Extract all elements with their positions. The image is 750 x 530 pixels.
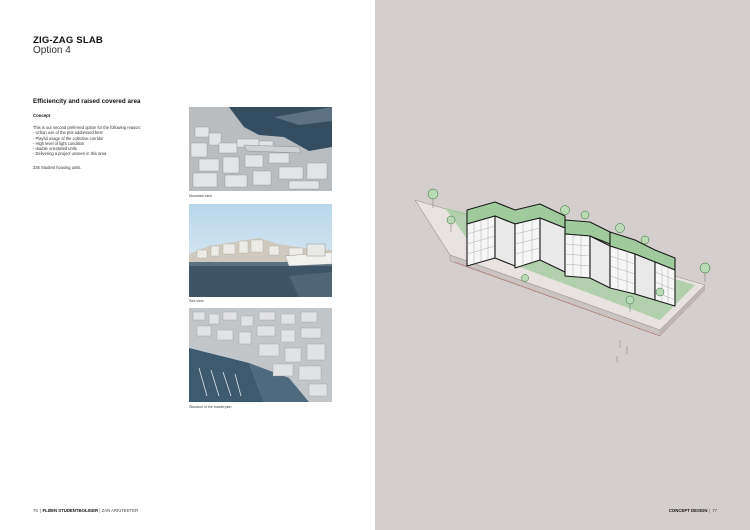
masterplan-image bbox=[189, 308, 332, 402]
masterplan-caption: Situtaion in the masterplan bbox=[189, 405, 232, 409]
footer-right: CONCEPT DESIGN | 77 bbox=[668, 508, 717, 513]
page-number-left: 76 bbox=[33, 508, 38, 513]
concept-label: Concept bbox=[33, 113, 51, 118]
concept-text: This is our second preferred option for … bbox=[33, 125, 178, 157]
page-subtitle: Option 4 bbox=[33, 45, 71, 56]
project-name: FLØEN STUDENTBOLIGER bbox=[42, 508, 99, 513]
sea-view-image bbox=[189, 204, 332, 297]
section-name: CONCEPT DESIGN bbox=[668, 508, 708, 513]
sea-view-caption: Sea view bbox=[189, 299, 204, 303]
section-heading: Efficiencity and raised covered area bbox=[33, 98, 141, 105]
mountain-view-image bbox=[189, 107, 332, 191]
axonometric-drawing bbox=[414, 188, 711, 362]
page-number-right: 77 bbox=[712, 508, 717, 513]
footer-left: 76 | FLØEN STUDENTBOLIGER | ZAN ARKITEKT… bbox=[33, 508, 139, 513]
concept-line: - Delivering a project unseen in this ar… bbox=[33, 151, 107, 157]
firm-name: ZAN ARKITEKTER bbox=[101, 508, 139, 513]
mountain-view-caption: Mountain view bbox=[189, 194, 212, 198]
left-page: ZIG-ZAG SLAB Option 4 Efficiencity and r… bbox=[0, 0, 375, 530]
units-text: 236 Student housing units. bbox=[33, 165, 82, 170]
